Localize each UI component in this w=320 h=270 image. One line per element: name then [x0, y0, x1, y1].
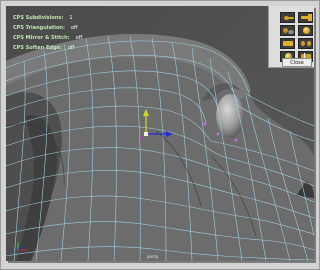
close-button[interactable]: Close	[282, 58, 312, 67]
hud-value: 1	[69, 15, 73, 21]
hud-value: off	[75, 35, 83, 41]
hud-value: off	[67, 45, 75, 51]
hud-row-triangulation: CPS Triangulation: off	[13, 23, 82, 33]
app-window: CPS Subdivisions: 1 CPS Triangulation: o…	[0, 0, 320, 270]
move-arrow-icon[interactable]	[298, 12, 313, 23]
extrude-tool-icon[interactable]	[280, 38, 295, 49]
hud-row-mirror-stitch: CPS Mirror & Stitch: off	[13, 33, 82, 43]
merge-tool-icon[interactable]	[298, 38, 313, 49]
tool-shelf-panel: Close	[268, 6, 314, 68]
sphere-icon[interactable]	[298, 25, 313, 36]
viewport-camera-label: persp	[147, 254, 159, 259]
hud-label: CPS Soften Edge:	[13, 45, 62, 51]
3d-viewport[interactable]: CPS Subdivisions: 1 CPS Triangulation: o…	[6, 6, 314, 261]
split-tool-icon[interactable]	[280, 25, 295, 36]
hud-value: off	[70, 25, 78, 31]
hud-label: CPS Triangulation:	[13, 25, 65, 31]
hud-label: CPS Subdivisions:	[13, 15, 64, 21]
key-icon[interactable]	[280, 12, 295, 23]
hud-overlay: CPS Subdivisions: 1 CPS Triangulation: o…	[13, 13, 82, 53]
tool-grid	[280, 12, 313, 62]
hud-row-soften-edge: CPS Soften Edge: off	[13, 43, 82, 53]
hud-row-subdivisions: CPS Subdivisions: 1	[13, 13, 82, 23]
hud-label: CPS Mirror & Stitch:	[13, 35, 70, 41]
